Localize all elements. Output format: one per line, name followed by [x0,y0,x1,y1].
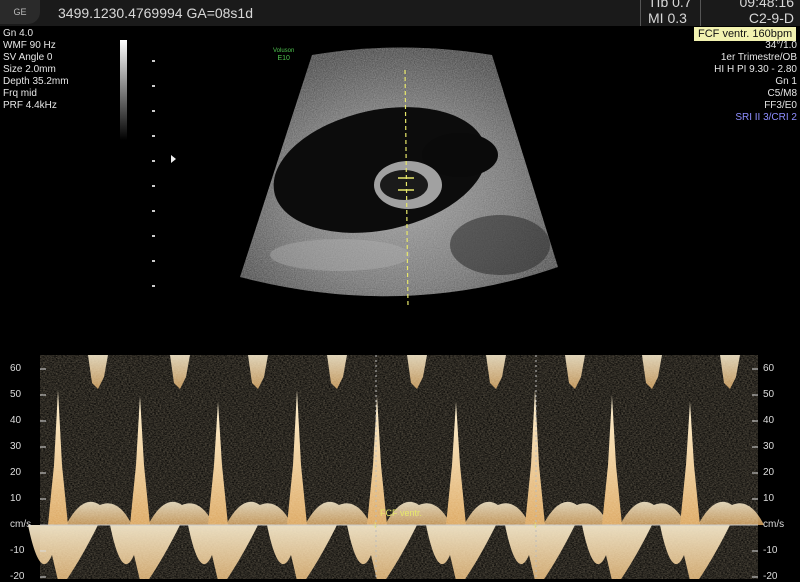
setting-angle: 34°/1.0 [765,40,797,51]
scale-label-right: -10 [763,545,778,556]
scale-label-right: 40 [763,415,775,426]
spectral-waveforms [28,355,764,579]
header-divider [700,0,701,26]
thermal-index: TIb 0.7 [648,0,692,10]
scale-label-left: -20 [10,571,25,582]
param-gain: Gn 4.0 [3,28,34,39]
scale-label-left: -10 [10,545,25,556]
caliper-cross-icon: + [372,520,378,532]
patient-id-line: 3499.1230.4769994 GA=08s1d [58,5,254,21]
setting-gain: Gn 1 [775,76,797,87]
scale-label-left: 50 [10,389,22,400]
depth-tick [152,260,155,262]
param-size: Size 2.0mm [3,64,56,75]
heart-rate-measurement: FCF ventr. 160bpm [694,27,797,41]
imaging-settings: 34°/1.0 1er Trimestre/OB HI H PI 9.30 - … [714,40,797,124]
depth-tick [152,160,155,162]
ge-logo: GE [0,0,40,24]
scale-label-right: 50 [763,389,775,400]
depth-tick [152,135,155,137]
acquisition-parameters: Gn 4.0 WMF 90 Hz SV Angle 0 Size 2.0mm D… [3,28,69,112]
param-sv-angle: SV Angle 0 [3,52,53,63]
param-wall-filter: WMF 90 Hz [3,40,56,51]
depth-tick [152,235,155,237]
clock-time: 09:48:16 [739,0,795,10]
scale-label-right: 60 [763,363,775,374]
depth-scale [152,60,158,300]
bright-tissue [270,239,410,271]
setting-preset: 1er Trimestre/OB [720,52,797,63]
setting-harmonic: HI H PI 9.30 - 2.80 [714,64,797,75]
scale-label-left: 30 [10,441,22,452]
scale-label-right: cm/s [763,519,785,530]
grayscale-bar [120,40,127,140]
focus-marker-icon [171,155,176,163]
doppler-spectrum: + + [28,355,764,579]
embryo-interior [380,170,428,200]
scale-label-left: 40 [10,415,22,426]
param-frequency: Frq mid [3,88,37,99]
bmode-ultrasound-image [240,47,558,308]
depth-tick [152,60,155,62]
setting-sri: SRI II 3/CRI 2 [735,112,797,123]
scale-label-right: -20 [763,571,778,582]
param-depth: Depth 35.2mm [3,76,69,87]
heart-rate-caliper-label: FCF ventr. [380,508,423,518]
caliper-cross-icon: + [532,520,538,532]
scale-label-right: 30 [763,441,775,452]
depth-tick [152,85,155,87]
scale-label-left: 20 [10,467,22,478]
depth-tick [152,110,155,112]
scale-label-left: cm/s [10,519,32,530]
scale-label-right: 10 [763,493,775,504]
probe-name: C2-9-D [748,10,794,26]
setting-filter: FF3/E0 [764,100,797,111]
scale-label-left: 60 [10,363,22,374]
depth-tick [152,285,155,287]
mechanical-index: MI 0.3 [648,10,687,26]
spectral-texture [40,355,758,579]
scale-label-left: 10 [10,493,22,504]
header-divider [640,0,641,26]
depth-tick [152,185,155,187]
dark-myometrium [450,215,550,275]
param-prf: PRF 4.4kHz [3,100,57,111]
depth-tick [152,210,155,212]
setting-map: C5/M8 [767,88,797,99]
scale-label-right: 20 [763,467,775,478]
